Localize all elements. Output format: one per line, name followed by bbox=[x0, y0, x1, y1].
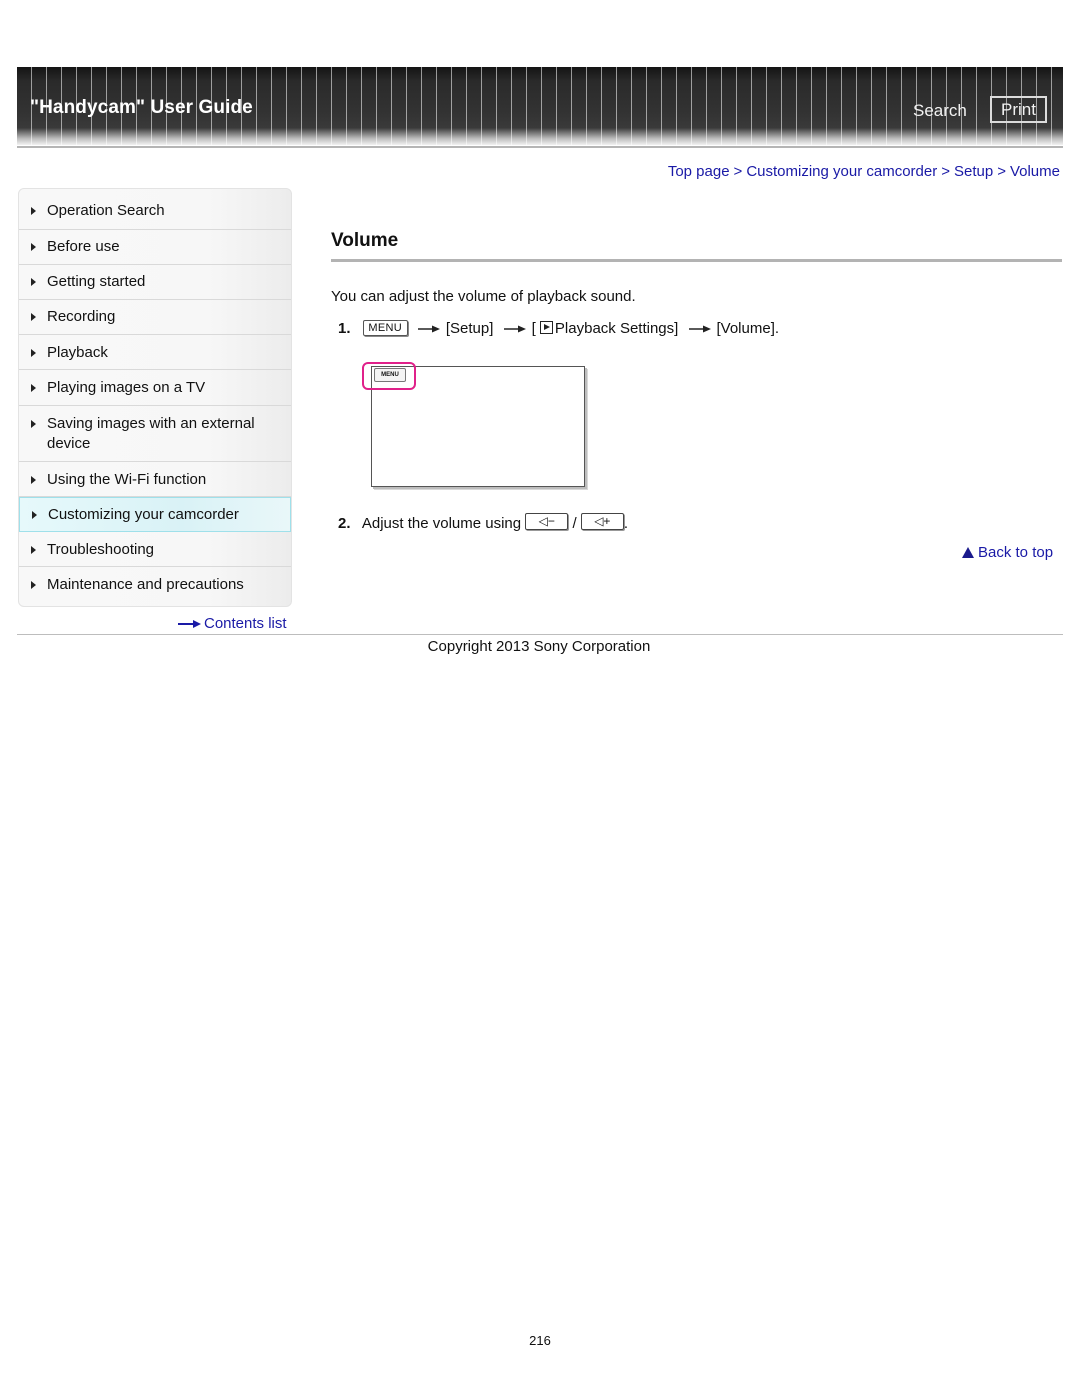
sidebar-item-label: Customizing your camcorder bbox=[48, 506, 239, 523]
back-to-top-link[interactable]: Back to top bbox=[962, 544, 1053, 561]
caret-right-icon bbox=[31, 420, 36, 428]
caret-right-icon bbox=[32, 511, 37, 519]
sidebar-item-getting-started[interactable]: Getting started bbox=[19, 265, 291, 300]
setup-label: [Setup] bbox=[445, 320, 494, 337]
playback-icon bbox=[539, 321, 553, 334]
step-2-text: Adjust the volume using bbox=[361, 515, 522, 532]
sidebar-item-label: Playback bbox=[47, 344, 108, 361]
bracket-open: [ bbox=[531, 320, 536, 337]
contents-list-label: Contents list bbox=[204, 615, 287, 632]
step-2: 2. Adjust the volume using ◁− / ◁+. bbox=[338, 513, 628, 532]
step-1: 1. MENU [Setup] [ Playback Settings] [Vo… bbox=[338, 320, 779, 337]
sidebar-item-label: Using the Wi-Fi function bbox=[47, 471, 207, 488]
breadcrumb-separator: > bbox=[941, 163, 950, 180]
page-number: 216 bbox=[529, 1333, 551, 1348]
breadcrumb-customizing[interactable]: Customizing your camcorder bbox=[746, 163, 937, 180]
sidebar-item-label: Before use bbox=[47, 238, 120, 255]
intro-text: You can adjust the volume of playback so… bbox=[331, 288, 636, 305]
sidebar-item-wifi[interactable]: Using the Wi-Fi function bbox=[19, 462, 291, 497]
triangle-up-icon bbox=[962, 547, 974, 558]
page-title: Volume bbox=[331, 230, 399, 251]
sidebar-item-operation-search[interactable]: Operation Search bbox=[19, 189, 291, 230]
volume-up-icon: ◁+ bbox=[580, 513, 624, 530]
playback-settings-label: Playback Settings] bbox=[554, 320, 679, 337]
caret-right-icon bbox=[31, 278, 36, 286]
sidebar-item-playback[interactable]: Playback bbox=[19, 335, 291, 370]
footer-divider bbox=[17, 634, 1063, 635]
arrow-right-icon bbox=[688, 325, 711, 333]
arrow-right-icon bbox=[503, 325, 526, 333]
breadcrumb-separator: > bbox=[997, 163, 1006, 180]
sidebar-nav: Operation Search Before use Getting star… bbox=[18, 188, 292, 607]
sidebar-item-recording[interactable]: Recording bbox=[19, 300, 291, 335]
slash: / bbox=[572, 515, 577, 532]
highlight-ring bbox=[362, 362, 416, 390]
sidebar-item-label: Maintenance and precautions bbox=[47, 576, 244, 593]
caret-right-icon bbox=[31, 476, 36, 484]
period: . bbox=[623, 515, 628, 532]
breadcrumb: Top page > Customizing your camcorder > Setu… bbox=[668, 163, 1060, 180]
guide-title[interactable]: "Handycam" User Guide bbox=[30, 97, 253, 119]
sidebar-item-label: Recording bbox=[47, 308, 116, 325]
arrow-right-icon bbox=[178, 620, 201, 629]
sidebar-item-label: Saving images with an external device bbox=[47, 415, 255, 452]
breadcrumb-volume[interactable]: Volume bbox=[1010, 163, 1060, 180]
breadcrumb-separator: > bbox=[733, 163, 743, 180]
sidebar-item-before-use[interactable]: Before use bbox=[19, 230, 291, 265]
copyright: Copyright 2013 Sony Corporation bbox=[427, 638, 651, 655]
sidebar-item-label: Operation Search bbox=[47, 202, 165, 219]
sidebar-item-label: Troubleshooting bbox=[47, 541, 155, 558]
caret-right-icon bbox=[31, 243, 36, 251]
breadcrumb-top-page[interactable]: Top page bbox=[668, 163, 730, 180]
header-divider bbox=[17, 146, 1063, 148]
caret-right-icon bbox=[31, 349, 36, 357]
volume-down-icon: ◁− bbox=[525, 513, 569, 530]
print-button[interactable]: Print bbox=[990, 96, 1047, 123]
sidebar-item-maintenance[interactable]: Maintenance and precautions bbox=[19, 567, 291, 606]
volume-label: [Volume]. bbox=[716, 320, 780, 337]
sidebar-item-customizing[interactable]: Customizing your camcorder bbox=[19, 497, 291, 532]
step-number: 2. bbox=[338, 515, 351, 532]
back-to-top-label: Back to top bbox=[978, 544, 1054, 561]
caret-right-icon bbox=[31, 581, 36, 589]
title-divider bbox=[331, 259, 1062, 262]
sidebar-item-playing-on-tv[interactable]: Playing images on a TV bbox=[19, 370, 291, 406]
sidebar-item-label: Playing images on a TV bbox=[47, 379, 206, 396]
caret-right-icon bbox=[31, 384, 36, 392]
sidebar-item-troubleshooting[interactable]: Troubleshooting bbox=[19, 532, 291, 567]
sidebar-item-label: Getting started bbox=[47, 273, 146, 290]
sidebar-item-saving-images[interactable]: Saving images with an external device bbox=[19, 406, 291, 462]
caret-right-icon bbox=[31, 313, 36, 321]
contents-list-link[interactable]: Contents list bbox=[178, 615, 287, 632]
caret-right-icon bbox=[31, 546, 36, 554]
breadcrumb-setup[interactable]: Setup bbox=[954, 163, 993, 180]
step-number: 1. bbox=[338, 320, 351, 337]
arrow-right-icon bbox=[417, 325, 440, 333]
search-link[interactable]: Search bbox=[913, 101, 967, 121]
caret-right-icon bbox=[31, 207, 36, 215]
menu-button-icon: MENU bbox=[362, 320, 408, 336]
